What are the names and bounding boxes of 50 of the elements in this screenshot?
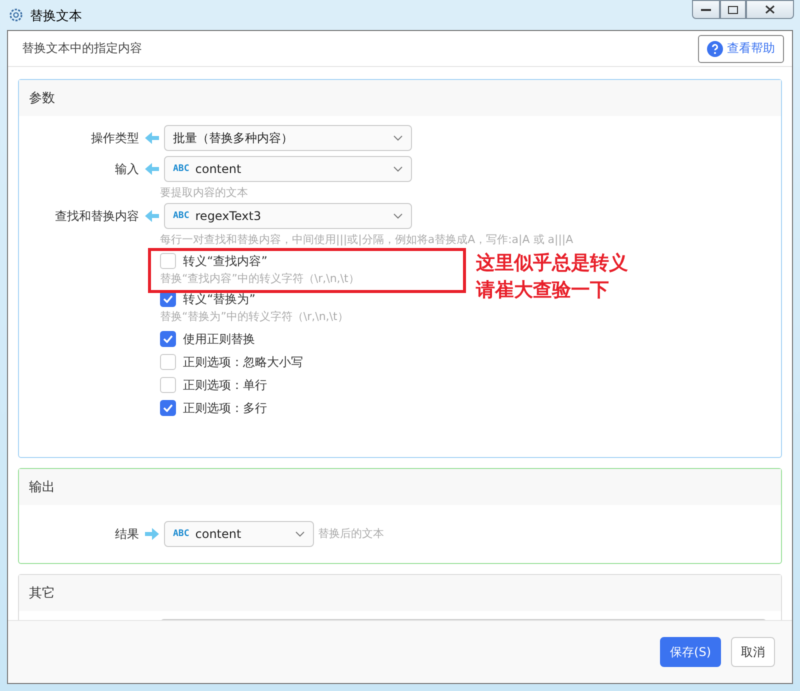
checkbox-option[interactable]: 正则选项：多行 <box>160 399 267 417</box>
dropdown[interactable]: ABC content <box>164 156 412 182</box>
type-label: ABC <box>173 529 190 539</box>
checkbox-option[interactable]: 使用正则替换 <box>160 330 255 348</box>
checkbox-option[interactable]: 正则选项：单行 <box>160 376 267 394</box>
save-button[interactable]: 保存(S) <box>660 637 721 667</box>
window-title: 替换文本 <box>30 8 82 25</box>
chevron-icon <box>295 531 305 537</box>
field-label: 结果 <box>114 526 139 542</box>
close-icon <box>765 5 775 14</box>
arrow-icon <box>145 528 159 540</box>
section-title: 输出 <box>19 469 781 505</box>
dropdown[interactable]: 批量（替换多种内容） <box>164 125 412 151</box>
minimize-icon <box>701 8 711 12</box>
arrow-icon <box>145 163 159 175</box>
maximize-icon <box>728 6 738 14</box>
arrow-icon <box>145 210 159 222</box>
option-hint: 替换“查找内容”中的转义字符（\r,\n,\t） <box>160 271 360 287</box>
chevron-icon <box>393 166 403 172</box>
cancel-button[interactable]: 取消 <box>731 637 775 667</box>
check-icon <box>163 404 173 412</box>
checkbox-option[interactable]: 转义“替换为” <box>160 290 256 308</box>
arrow-icon <box>145 132 159 144</box>
checkbox-option[interactable]: 转义“查找内容” <box>160 252 268 270</box>
field-hint: 替换后的文本 <box>318 526 384 542</box>
close-button[interactable] <box>746 0 794 19</box>
maximize-button[interactable] <box>720 0 746 19</box>
dropdown[interactable]: ABC regexText3 <box>164 203 412 229</box>
chevron-icon <box>393 135 403 141</box>
field-hint: 每行一对查找和替换内容，中间使用|||或|分隔，例如将a替换成A，写作:a|A 或 a|||A <box>160 232 574 248</box>
chevron-icon <box>393 213 403 219</box>
check-icon <box>163 335 173 343</box>
option-hint: 替换“替换为”中的转义字符（\r,\n,\t） <box>160 309 348 325</box>
dialog-description: 替换文本中的指定内容 <box>22 40 142 57</box>
type-label: ABC <box>173 211 190 221</box>
help-icon <box>707 40 723 56</box>
minimize-button[interactable] <box>692 0 720 19</box>
checkbox-option[interactable]: 正则选项：忽略大小写 <box>160 353 303 371</box>
field-hint: 要提取内容的文本 <box>160 185 248 201</box>
field-label: 查找和替换内容 <box>54 208 139 224</box>
section-title: 其它 <box>19 575 781 611</box>
field-label: 操作类型 <box>90 130 139 146</box>
section-title: 参数 <box>19 80 781 116</box>
dropdown[interactable]: ABC content <box>164 521 314 547</box>
help-button[interactable]: 查看帮助 <box>698 34 784 62</box>
annotation-note: 这里似乎总是转义 请崔大查验一下 <box>476 251 628 303</box>
type-label: ABC <box>173 164 190 174</box>
settings-icon <box>8 7 24 23</box>
check-icon <box>163 295 173 303</box>
field-label: 输入 <box>114 160 139 178</box>
